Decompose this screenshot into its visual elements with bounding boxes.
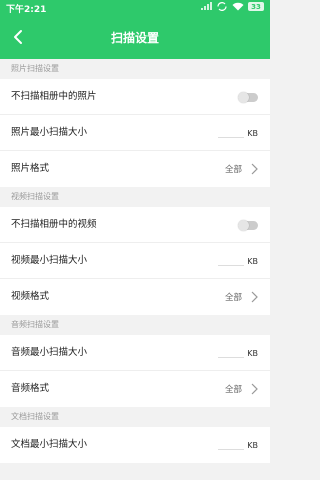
row-video-min-size: 视频最小扫描大小 KB <box>0 243 270 279</box>
row-video-format[interactable]: 视频格式 全部 <box>0 279 270 315</box>
status-icons: 33 <box>200 2 264 11</box>
chevron-right-icon <box>251 383 258 395</box>
sync-icon <box>217 2 227 11</box>
chevron-right-icon <box>251 291 258 303</box>
size-field-wrap: KB <box>218 115 258 151</box>
status-bar: 下午2:21 33 <box>0 0 270 17</box>
value-wrap: 全部 <box>225 151 258 187</box>
value-wrap: 全部 <box>225 279 258 315</box>
unit-label: KB <box>247 348 258 358</box>
row-audio-format[interactable]: 音频格式 全部 <box>0 371 270 407</box>
section-audio: 音频最小扫描大小 KB 音频格式 全部 <box>0 335 270 407</box>
row-label: 音频最小扫描大小 <box>11 347 88 358</box>
status-time: 下午2:21 <box>6 5 47 15</box>
photo-min-size-input[interactable] <box>218 128 245 138</box>
battery-icon: 33 <box>248 2 264 11</box>
row-label: 音频格式 <box>11 383 50 394</box>
section-header-photo: 照片扫描设置 <box>0 59 270 79</box>
cellular-signal-icon <box>201 2 212 10</box>
page-title: 扫描设置 <box>110 31 159 45</box>
unit-label: KB <box>247 128 258 138</box>
row-label: 文档最小扫描大小 <box>11 439 88 450</box>
section-photo: 不扫描相册中的照片 照片最小扫描大小 KB 照片格式 全部 <box>0 79 270 187</box>
app-header: 下午2:21 33 扫描设置 <box>0 0 270 67</box>
nav-bar: 扫描设置 <box>0 17 270 59</box>
document-min-size-input[interactable] <box>218 440 245 450</box>
row-photo-format[interactable]: 照片格式 全部 <box>0 151 270 187</box>
row-label: 视频最小扫描大小 <box>11 255 88 266</box>
row-skip-album-photos[interactable]: 不扫描相册中的照片 <box>0 79 270 115</box>
value-wrap: 全部 <box>225 371 258 407</box>
audio-format-value: 全部 <box>224 385 242 395</box>
toggle-knob <box>238 220 249 231</box>
section-header-video: 视频扫描设置 <box>0 187 270 207</box>
audio-min-size-input[interactable] <box>218 348 245 358</box>
row-label: 照片最小扫描大小 <box>11 127 88 138</box>
size-field-wrap: KB <box>218 427 258 463</box>
size-field-wrap: KB <box>218 243 258 279</box>
toggle-knob <box>238 92 249 103</box>
row-skip-album-videos[interactable]: 不扫描相册中的视频 <box>0 207 270 243</box>
row-label: 不扫描相册中的照片 <box>11 91 97 102</box>
skip-album-videos-toggle[interactable] <box>238 220 258 231</box>
wifi-icon <box>232 2 244 11</box>
section-document: 文档最小扫描大小 KB <box>0 427 270 463</box>
row-audio-min-size: 音频最小扫描大小 KB <box>0 335 270 371</box>
section-header-document: 文档扫描设置 <box>0 407 270 427</box>
photo-format-value: 全部 <box>224 165 242 175</box>
skip-album-photos-toggle[interactable] <box>238 92 258 103</box>
row-label: 照片格式 <box>11 163 50 174</box>
chevron-right-icon <box>251 163 258 175</box>
section-header-audio: 音频扫描设置 <box>0 315 270 335</box>
unit-label: KB <box>247 256 258 266</box>
size-field-wrap: KB <box>218 335 258 371</box>
row-label: 不扫描相册中的视频 <box>11 219 97 230</box>
unit-label: KB <box>247 440 258 450</box>
settings-list: 照片扫描设置 不扫描相册中的照片 照片最小扫描大小 KB 照片格式 全部 视频扫… <box>0 59 270 480</box>
video-format-value: 全部 <box>224 293 242 303</box>
row-label: 视频格式 <box>11 291 50 302</box>
section-video: 不扫描相册中的视频 视频最小扫描大小 KB 视频格式 全部 <box>0 207 270 315</box>
video-min-size-input[interactable] <box>218 256 245 266</box>
row-photo-min-size: 照片最小扫描大小 KB <box>0 115 270 151</box>
row-document-min-size: 文档最小扫描大小 KB <box>0 427 270 463</box>
